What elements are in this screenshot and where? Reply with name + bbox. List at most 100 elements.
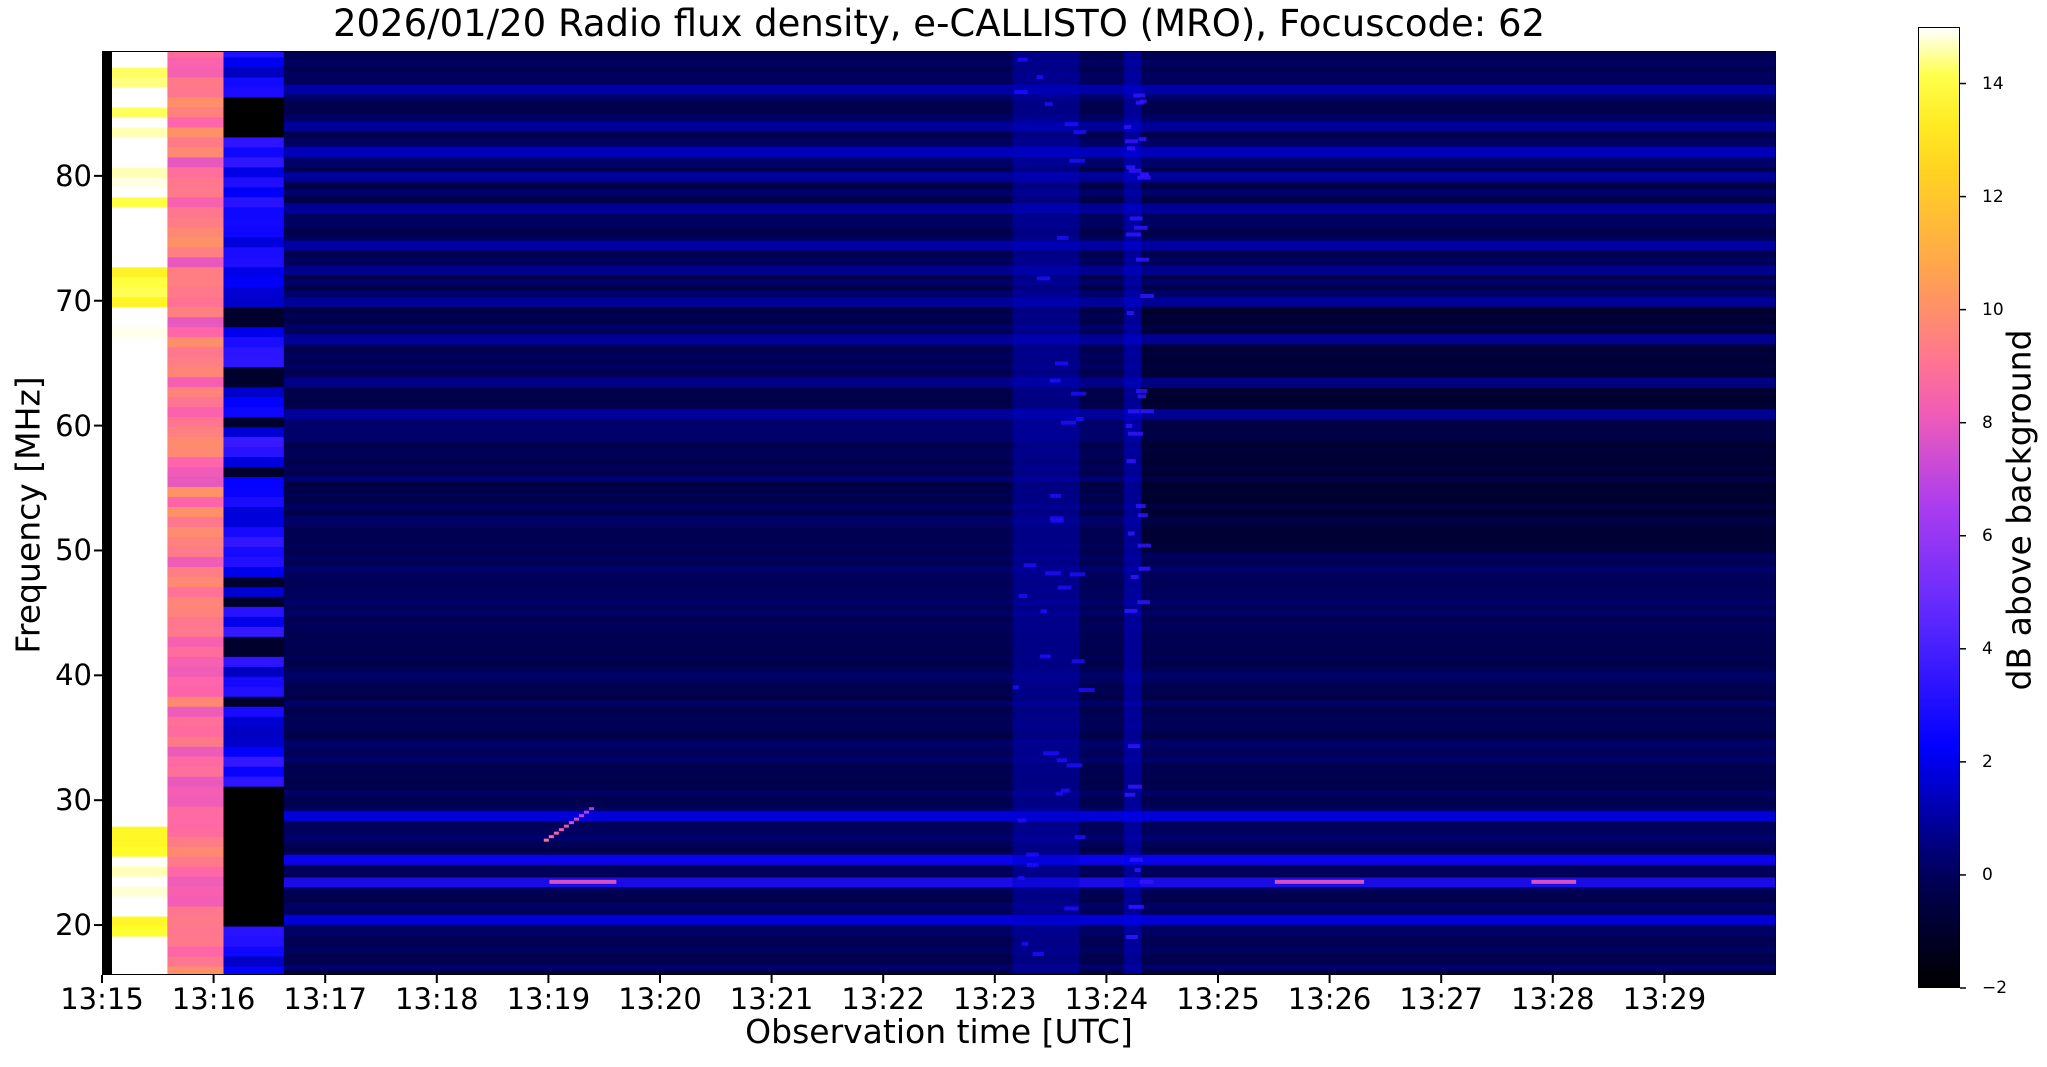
colorbar-label: dB above background	[1999, 329, 2039, 691]
burst-speckle	[1074, 835, 1086, 840]
calibration-stripe	[167, 116, 224, 128]
burst-speckle	[1126, 165, 1136, 170]
calibration-stripe	[223, 166, 284, 178]
burst-speckle	[1056, 235, 1069, 240]
calibration-stripe	[111, 86, 168, 98]
drift-feature	[568, 821, 574, 825]
burst-speckle	[1135, 504, 1146, 509]
calibration-stripe	[167, 146, 224, 158]
calibration-stripe	[111, 926, 168, 937]
calibration-stripe	[223, 816, 284, 827]
x-tick-label: 13:20	[618, 982, 702, 1016]
calibration-stripe	[223, 286, 284, 298]
calibration-stripe	[167, 246, 224, 258]
calibration-stripe	[223, 856, 284, 867]
calibration-stripe	[167, 136, 224, 148]
calibration-stripe	[223, 546, 284, 557]
calibration-stripe	[167, 256, 224, 268]
calibration-stripe	[111, 52, 168, 58]
burst-speckle	[1073, 130, 1087, 135]
burst-speckle	[1127, 744, 1141, 749]
calibration-stripe	[167, 786, 224, 797]
calibration-stripe	[111, 896, 168, 907]
x-tick-label: 13:24	[1064, 982, 1149, 1016]
calibration-stripe	[167, 876, 224, 887]
calibration-stripe	[167, 96, 224, 108]
calibration-stripe	[111, 306, 168, 318]
calibration-stripe	[167, 926, 224, 937]
calibration-stripe	[111, 166, 168, 178]
burst-speckle	[1125, 423, 1133, 428]
burst-speckle	[1069, 158, 1086, 163]
spectrogram-plot-area	[102, 51, 1776, 975]
x-tick-label: 13:19	[506, 982, 591, 1016]
calibration-stripe	[111, 436, 168, 448]
calibration-stripe	[111, 696, 168, 707]
burst-speckle	[1138, 137, 1147, 142]
calibration-stripe	[223, 346, 284, 358]
calibration-stripe	[111, 256, 168, 268]
x-tick-label: 13:27	[1399, 982, 1483, 1016]
calibration-stripe	[111, 486, 168, 498]
calibration-stripe	[223, 836, 284, 847]
calibration-stripe	[167, 536, 224, 547]
calibration-stripe	[111, 316, 168, 328]
calibration-stripe	[167, 52, 224, 58]
calibration-stripe	[167, 676, 224, 687]
calibration-stripe	[111, 906, 168, 917]
calibration-stripe	[167, 636, 224, 647]
calibration-stripe	[167, 946, 224, 957]
calibration-stripe	[223, 496, 284, 508]
calibration-stripe	[223, 786, 284, 797]
burst-speckle	[1128, 904, 1144, 909]
calibration-stripe	[111, 646, 168, 657]
calibration-stripe	[223, 806, 284, 817]
calibration-stripe	[167, 796, 224, 807]
calibration-stripe	[111, 136, 168, 148]
chart-title: 2026/01/20 Radio flux density, e-CALLIST…	[332, 2, 1546, 45]
calibration-stripe	[167, 886, 224, 897]
calibration-stripe	[223, 106, 284, 118]
calibration-stripe	[223, 376, 284, 388]
calibration-stripe	[167, 476, 224, 488]
calibration-stripe	[111, 146, 168, 158]
calibration-stripe	[223, 246, 284, 258]
calibration-stripe	[167, 436, 224, 448]
calibration-stripe	[167, 826, 224, 837]
burst-speckle	[1137, 394, 1147, 399]
colorbar-tick-label: 4	[1982, 638, 1993, 659]
calibration-stripe	[223, 216, 284, 228]
calibration-stripe	[111, 376, 168, 388]
calibration-stripe	[223, 526, 284, 537]
calibration-stripe	[223, 536, 284, 547]
calibration-stripe	[111, 506, 168, 517]
colorbar	[1918, 27, 1960, 988]
calibration-stripe	[223, 52, 284, 58]
calibration-stripe	[223, 946, 284, 957]
calibration-stripe	[167, 626, 224, 637]
calibration-stripe	[223, 416, 284, 428]
calibration-stripe	[223, 706, 284, 717]
x-tick-label: 13:29	[1622, 982, 1707, 1016]
calibration-stripe	[111, 556, 168, 567]
calibration-stripe	[223, 176, 284, 188]
burst-speckle	[1126, 310, 1134, 315]
colorbar-tick-label: 8	[1982, 412, 1993, 433]
calibration-stripe	[167, 376, 224, 388]
calibration-stripe	[111, 236, 168, 248]
calibration-stripe	[111, 586, 168, 597]
burst-speckle	[1049, 378, 1061, 383]
calibration-stripe	[223, 676, 284, 687]
calibration-stripe	[167, 496, 224, 508]
calibration-stripe	[167, 966, 224, 974]
short-burst	[1531, 879, 1577, 884]
dark-gap	[103, 52, 112, 974]
calibration-stripe	[111, 536, 168, 547]
calibration-stripe	[223, 926, 284, 937]
calibration-stripe	[223, 666, 284, 677]
calibration-stripe	[111, 106, 168, 118]
calibration-stripe	[111, 946, 168, 957]
calibration-stripe	[223, 576, 284, 587]
calibration-stripe	[223, 656, 284, 667]
calibration-stripe	[167, 956, 224, 967]
